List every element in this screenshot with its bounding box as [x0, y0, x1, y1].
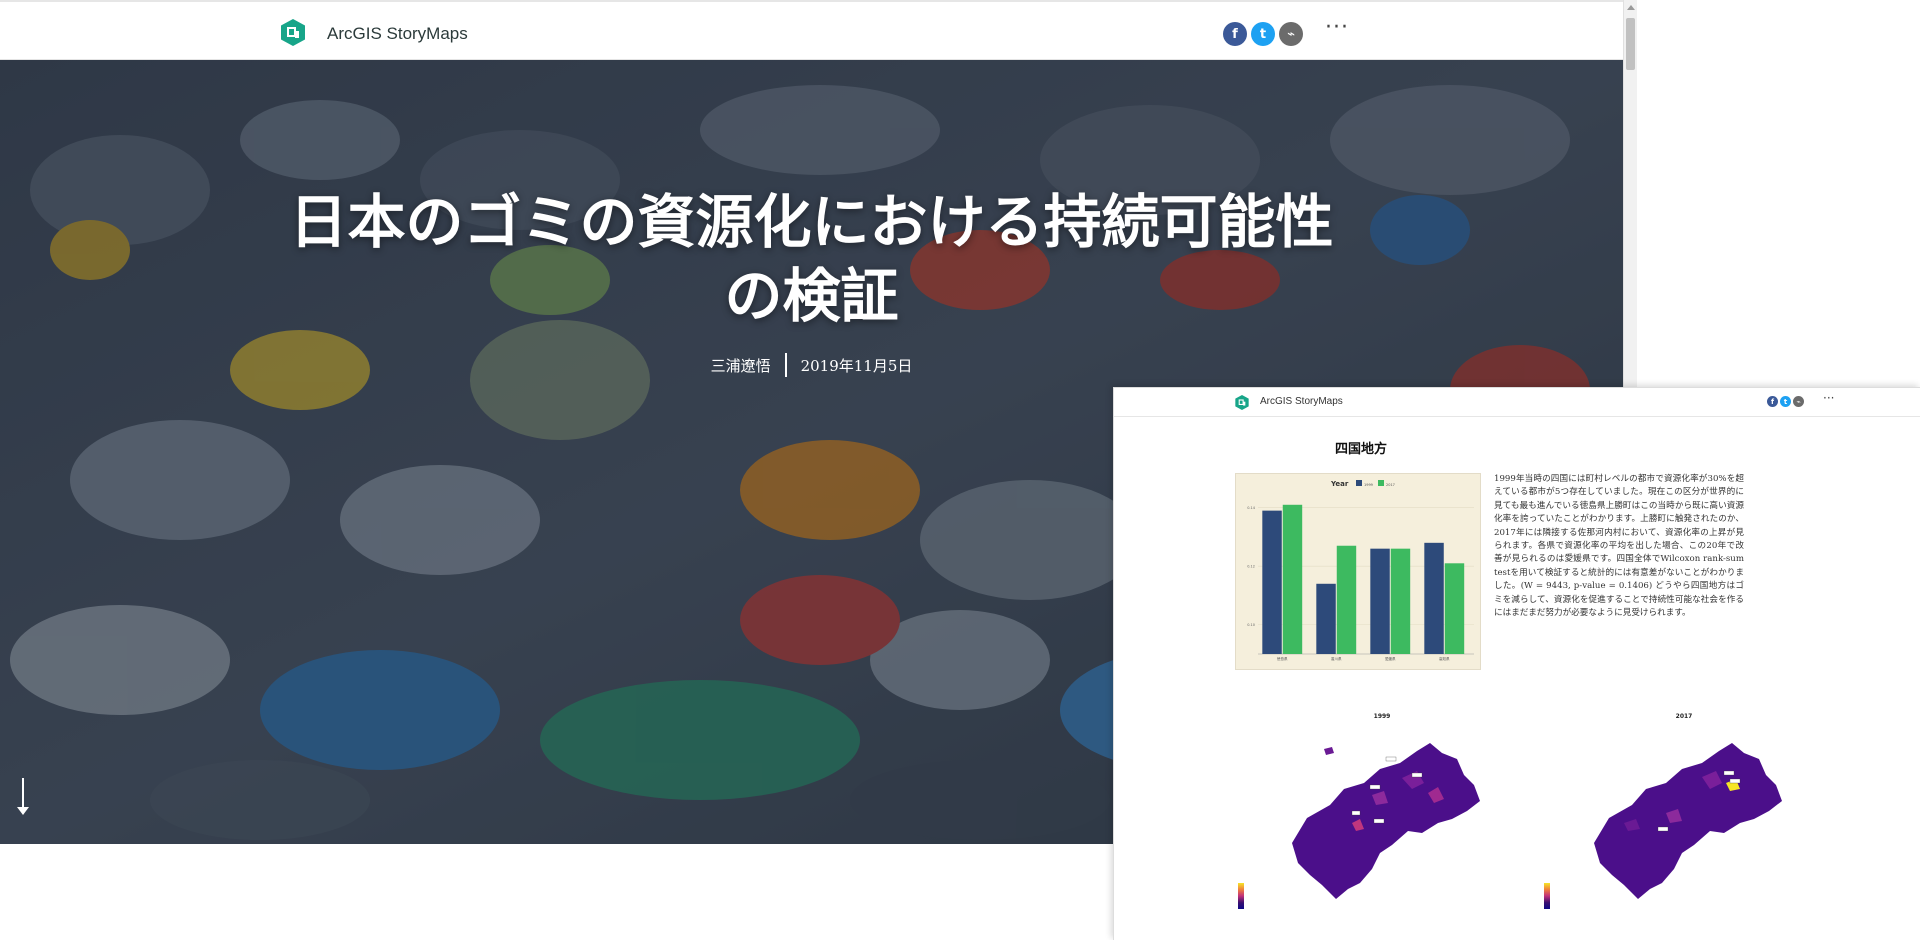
brand-name[interactable]: ArcGIS StoryMaps	[327, 24, 468, 44]
overlay-brand-name[interactable]: ArcGIS StoryMaps	[1260, 396, 1343, 407]
top-bar: ArcGIS StoryMaps f t ⌁ ···	[0, 0, 1623, 60]
legend-label-1999: 1999	[1364, 483, 1373, 487]
overlay-share-buttons: f t ⌁	[1767, 396, 1804, 407]
bar-高知県-2017	[1444, 563, 1465, 654]
bar-香川県-2017	[1336, 545, 1357, 654]
scroll-down-arrow-head-icon[interactable]	[17, 807, 29, 815]
legend-swatch-2017	[1378, 480, 1384, 486]
share-buttons: f t ⌁	[1223, 22, 1303, 46]
more-options-icon[interactable]: ···	[1325, 15, 1349, 40]
x-tick-label: 高知県	[1439, 656, 1450, 661]
section-heading: 四国地方	[1335, 442, 1388, 457]
twitter-share-icon[interactable]: t	[1251, 22, 1275, 46]
overlay-top-bar: ArcGIS StoryMaps f t ⌁ ···	[1114, 388, 1920, 417]
y-tick-label: 0.10	[1247, 623, 1255, 627]
bar-愛媛県-1999	[1370, 548, 1390, 654]
author-name: 三浦遼悟	[710, 356, 771, 375]
storymaps-logo-icon[interactable]	[1235, 395, 1249, 410]
x-tick-label: 香川県	[1331, 656, 1342, 661]
shikoku-map-1999	[1292, 743, 1480, 899]
map-1999-title: 1999	[1373, 713, 1391, 720]
legend-swatch-1999	[1356, 480, 1362, 486]
storymaps-logo-icon[interactable]	[281, 19, 305, 46]
legend-label-2017: 2017	[1386, 483, 1395, 487]
twitter-share-icon[interactable]: t	[1780, 396, 1791, 407]
y-tick-label: 0.14	[1247, 506, 1256, 510]
legend-title: Year	[1330, 480, 1349, 488]
facebook-share-icon[interactable]: f	[1767, 396, 1778, 407]
map-2017: 2017	[1544, 713, 1814, 928]
map-1999: 1999	[1238, 713, 1512, 928]
story-title-line1: 日本のゴミの資源化における持続可能性	[289, 188, 1334, 256]
bar-高知県-1999	[1424, 542, 1444, 654]
bar-chart-card: Year 1999 2017 0.10 0.12 0.14 徳島県 香川県 愛媛県 高知県	[1235, 473, 1481, 670]
bar-徳島県-2017	[1282, 504, 1303, 654]
x-tick-label: 愛媛県	[1385, 656, 1396, 661]
bar-chart: Year 1999 2017 0.10 0.12 0.14 徳島県 香川県 愛媛県 高知県	[1247, 480, 1474, 661]
facebook-share-icon[interactable]: f	[1223, 22, 1247, 46]
map-2017-colorbar	[1544, 883, 1550, 909]
scroll-thumb[interactable]	[1626, 18, 1635, 70]
bar-香川県-1999	[1316, 583, 1336, 654]
scroll-up-icon[interactable]	[1627, 5, 1635, 10]
publish-date: 2019年11月5日	[800, 356, 913, 375]
bar-愛媛県-2017	[1390, 548, 1411, 654]
story-title-line2: の検証	[724, 262, 899, 330]
y-tick-label: 0.12	[1247, 565, 1255, 569]
byline-divider	[784, 353, 787, 377]
map-2017-title: 2017	[1675, 713, 1693, 720]
x-tick-label: 徳島県	[1277, 656, 1288, 661]
copy-link-icon[interactable]: ⌁	[1279, 22, 1303, 46]
bar-徳島県-1999	[1262, 510, 1282, 654]
section-body-text: 1999年当時の四国には町村レベルの都市で資源化率が30%を超えている都市が5つ…	[1494, 474, 1744, 619]
story-title: 日本のゴミの資源化における持続可能性 の検証	[220, 185, 1403, 333]
map-1999-colorbar	[1238, 883, 1244, 909]
overlay-window: ArcGIS StoryMaps f t ⌁ ··· 四国地方 Year 1999…	[1113, 387, 1920, 940]
copy-link-icon[interactable]: ⌁	[1793, 396, 1804, 407]
shikoku-map-2017	[1594, 743, 1782, 899]
screen: ArcGIS StoryMaps f t ⌁ ··· 日本のゴミの資源化における…	[0, 0, 1920, 940]
more-options-icon[interactable]: ···	[1823, 391, 1834, 405]
byline: 三浦遼悟 2019年11月5日	[0, 353, 1623, 377]
